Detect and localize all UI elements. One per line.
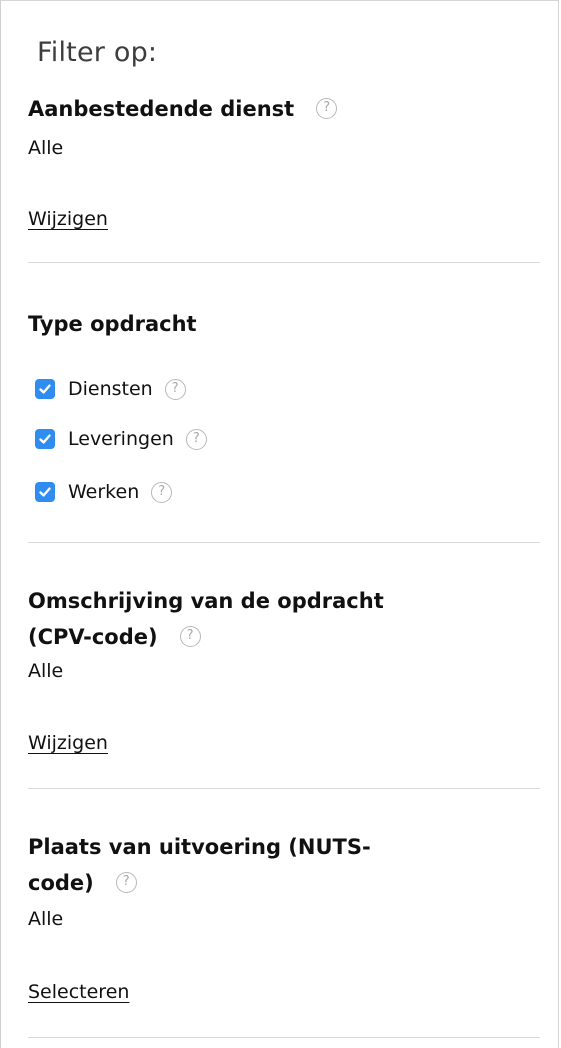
cpv-value: Alle: [28, 660, 64, 682]
contract-type-heading: Type opdracht: [28, 306, 498, 342]
checkmark-icon: [39, 434, 51, 444]
nuts-heading-line2: code): [28, 871, 94, 895]
leveringen-label[interactable]: Leveringen: [68, 428, 174, 450]
werken-label[interactable]: Werken: [68, 481, 139, 503]
section-divider: [28, 542, 540, 543]
help-icon[interactable]: ?: [185, 428, 207, 450]
diensten-label[interactable]: Diensten: [68, 378, 153, 400]
section-divider: [28, 788, 540, 789]
cpv-heading: Omschrijving van de opdracht (CPV-code) …: [28, 583, 498, 655]
section-divider: [28, 1037, 540, 1038]
checkmark-icon: [39, 384, 51, 394]
help-icon[interactable]: ?: [316, 97, 338, 119]
checkbox-row-werken[interactable]: Werken ?: [35, 479, 173, 505]
help-icon[interactable]: ?: [164, 378, 186, 400]
filter-panel: Filter op: Aanbestedende dienst ? Alle W…: [0, 0, 559, 1048]
cpv-heading-line2: (CPV-code): [28, 625, 158, 649]
nuts-heading-line2-wrap: code) ?: [28, 865, 498, 901]
diensten-checkbox[interactable]: [35, 379, 55, 399]
help-icon[interactable]: ?: [115, 871, 137, 893]
checkbox-row-diensten[interactable]: Diensten ?: [35, 376, 186, 402]
help-icon[interactable]: ?: [179, 625, 201, 647]
cpv-heading-line2-wrap: (CPV-code) ?: [28, 619, 498, 655]
contracting-authority-heading-text: Aanbestedende dienst: [28, 97, 295, 121]
cpv-change-link[interactable]: Wijzigen: [28, 732, 108, 754]
checkmark-icon: [39, 487, 51, 497]
leveringen-checkbox[interactable]: [35, 429, 55, 449]
help-icon[interactable]: ?: [151, 481, 173, 503]
nuts-value: Alle: [28, 908, 64, 930]
filter-title: Filter op:: [37, 37, 158, 68]
contract-type-heading-text: Type opdracht: [28, 312, 197, 336]
contracting-authority-heading: Aanbestedende dienst ?: [28, 91, 498, 127]
section-divider: [28, 262, 540, 263]
contracting-authority-value: Alle: [28, 137, 64, 159]
contracting-authority-change-link[interactable]: Wijzigen: [28, 208, 108, 230]
nuts-select-link[interactable]: Selecteren: [28, 981, 129, 1003]
nuts-heading: Plaats van uitvoering (NUTS- code) ?: [28, 829, 498, 901]
nuts-heading-line1: Plaats van uitvoering (NUTS-: [28, 835, 371, 859]
checkbox-row-leveringen[interactable]: Leveringen ?: [35, 426, 207, 452]
werken-checkbox[interactable]: [35, 482, 55, 502]
cpv-heading-line1: Omschrijving van de opdracht: [28, 589, 384, 613]
